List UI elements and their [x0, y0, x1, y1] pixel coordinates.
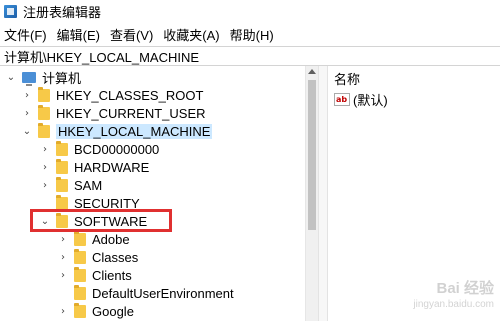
tree-node-label: HKEY_LOCAL_MACHINE [56, 123, 213, 139]
chevron-right-icon[interactable]: › [58, 306, 68, 317]
tree-node-label: Classes [92, 249, 139, 265]
watermark-line2: jingyan.baidu.com [413, 299, 494, 310]
chevron-right-icon[interactable]: › [22, 90, 32, 101]
software-highlight-box [30, 209, 172, 232]
tree-node-label: HKEY_CLASSES_ROOT [56, 87, 204, 103]
tree-node-sam[interactable]: › SAM [40, 176, 102, 194]
menu-view[interactable]: 查看(V) [106, 25, 159, 44]
folder-icon [56, 158, 68, 174]
menu-help[interactable]: 帮助(H) [226, 25, 280, 44]
tree-node-clients[interactable]: › Clients [58, 266, 132, 284]
regedit-icon [4, 4, 17, 18]
tree-node-label: Adobe [92, 231, 130, 247]
tree-node-classes[interactable]: › Classes [58, 248, 138, 266]
scroll-up-arrow-icon[interactable] [308, 69, 316, 74]
address-bar[interactable]: 计算机\HKEY_LOCAL_MACHINE [0, 46, 500, 66]
folder-icon [74, 248, 86, 264]
tree-node-computer[interactable]: ⌄ 计算机 [6, 68, 81, 86]
tree-node-label: HKEY_CURRENT_USER [56, 105, 206, 121]
tree-node-hardware[interactable]: › HARDWARE [40, 158, 149, 176]
menu-bar: 文件(F) 编辑(E) 查看(V) 收藏夹(A) 帮助(H) [0, 24, 500, 44]
folder-icon [74, 266, 86, 282]
computer-icon [22, 71, 36, 86]
chevron-right-icon[interactable]: › [58, 234, 68, 245]
folder-icon [38, 86, 50, 102]
folder-icon [74, 230, 86, 246]
watermark: Bai 经验 jingyan.baidu.com [413, 281, 494, 313]
folder-icon [74, 284, 86, 300]
chevron-right-icon[interactable]: › [40, 180, 50, 191]
value-row-default[interactable]: ab (默认) [334, 90, 388, 109]
tree-node-adobe[interactable]: › Adobe [58, 230, 130, 248]
chevron-right-icon[interactable]: › [40, 144, 50, 155]
tree-node-label: HARDWARE [74, 159, 150, 175]
menu-favorites[interactable]: 收藏夹(A) [159, 25, 225, 44]
chevron-right-icon[interactable]: › [22, 108, 32, 119]
string-value-icon: ab [334, 93, 350, 106]
window-title: 注册表编辑器 [23, 4, 102, 20]
tree-node-google[interactable]: › Google [58, 302, 134, 320]
watermark-line1: Bai 经验 [436, 280, 494, 297]
chevron-right-icon[interactable]: › [58, 252, 68, 263]
tree-node-label: BCD00000000 [74, 141, 160, 157]
folder-icon [74, 302, 86, 318]
folder-icon [56, 140, 68, 156]
chevron-right-icon[interactable]: › [40, 162, 50, 173]
tree-node-hkey-current-user[interactable]: › HKEY_CURRENT_USER [22, 104, 206, 122]
folder-icon [56, 194, 68, 210]
address-path: 计算机\HKEY_LOCAL_MACHINE [4, 49, 200, 65]
tree-node-label: Clients [92, 267, 132, 283]
column-header-name[interactable]: 名称 [334, 69, 360, 88]
tree-node-label: 计算机 [42, 70, 82, 86]
tree-node-label: Google [92, 303, 134, 319]
title-bar: 注册表编辑器 [0, 0, 500, 22]
chevron-down-icon[interactable]: ⌄ [6, 72, 16, 83]
menu-edit[interactable]: 编辑(E) [53, 25, 106, 44]
tree-scrollbar[interactable] [305, 66, 318, 321]
tree-node-hkey-classes-root[interactable]: › HKEY_CLASSES_ROOT [22, 86, 203, 104]
pane-splitter[interactable] [318, 66, 328, 321]
tree-node-label: DefaultUserEnvironment [92, 285, 234, 301]
tree-node-default-user-environment[interactable]: DefaultUserEnvironment [58, 284, 234, 302]
menu-file[interactable]: 文件(F) [0, 25, 53, 44]
chevron-right-icon[interactable]: › [58, 270, 68, 281]
folder-icon [56, 176, 68, 192]
tree-node-hkey-local-machine[interactable]: ⌄ HKEY_LOCAL_MACHINE [22, 122, 213, 140]
folder-icon [38, 104, 50, 120]
chevron-down-icon[interactable]: ⌄ [22, 126, 32, 137]
value-name: (默认) [353, 93, 388, 108]
scroll-thumb[interactable] [308, 80, 316, 230]
folder-icon [38, 122, 50, 138]
tree-node-label: SAM [74, 177, 103, 193]
tree-node-bcd[interactable]: › BCD00000000 [40, 140, 159, 158]
tree-pane: ⌄ 计算机 › HKEY_CLASSES_ROOT › HKEY_CURRENT… [0, 66, 318, 321]
